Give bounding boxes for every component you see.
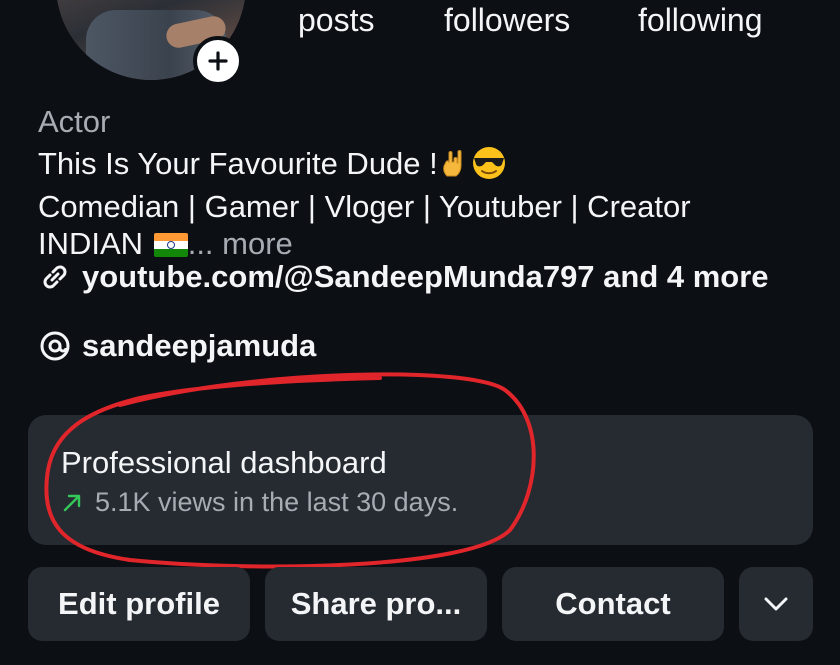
bio-line-3: INDIAN ... more [38,225,691,262]
rock-hand-icon [438,148,470,188]
bio-line-2: Comedian | Gamer | Vloger | Youtuber | C… [38,189,691,224]
cool-face-icon [470,146,508,188]
bio-line-1: This Is Your Favourite Dude ! [38,145,691,188]
link-icon [43,265,67,289]
dashboard-subtitle-text: 5.1K views in the last 30 days. [95,487,459,517]
more-options-button[interactable] [739,567,813,641]
add-story-button[interactable] [193,36,243,86]
stat-posts-label[interactable]: posts [298,2,374,39]
dashboard-title: Professional dashboard [61,445,387,480]
profile-bio: This Is Your Favourite Dude ! Comedian |… [38,145,691,262]
threads-icon [40,331,70,361]
threads-badge[interactable]: sandeepjamuda [38,328,316,364]
trend-up-icon [63,494,81,511]
threads-handle[interactable]: sandeepjamuda [82,328,316,364]
bio-line-3-text: INDIAN [38,226,144,261]
bio-line-1-text: This Is Your Favourite Dude ! [38,146,438,181]
edit-profile-button[interactable]: Edit profile [28,567,250,641]
stat-following-label[interactable]: following [638,2,763,39]
bio-more-link[interactable]: ... more [188,226,293,261]
professional-dashboard-card[interactable]: Professional dashboard 5.1K views in the… [28,415,813,545]
india-flag-icon [153,233,188,257]
chevron-down-icon [764,597,788,611]
add-icon [208,51,228,71]
contact-button[interactable]: Contact [502,567,724,641]
profile-category: Actor [38,104,111,139]
share-profile-button[interactable]: Share pro... [265,567,487,641]
dashboard-subtitle: 5.1K views in the last 30 days. [61,487,458,518]
profile-link[interactable]: youtube.com/@SandeepMunda797 and 4 more [38,259,769,295]
stat-followers-label[interactable]: followers [444,2,570,39]
profile-link-text[interactable]: youtube.com/@SandeepMunda797 and 4 more [82,259,769,295]
